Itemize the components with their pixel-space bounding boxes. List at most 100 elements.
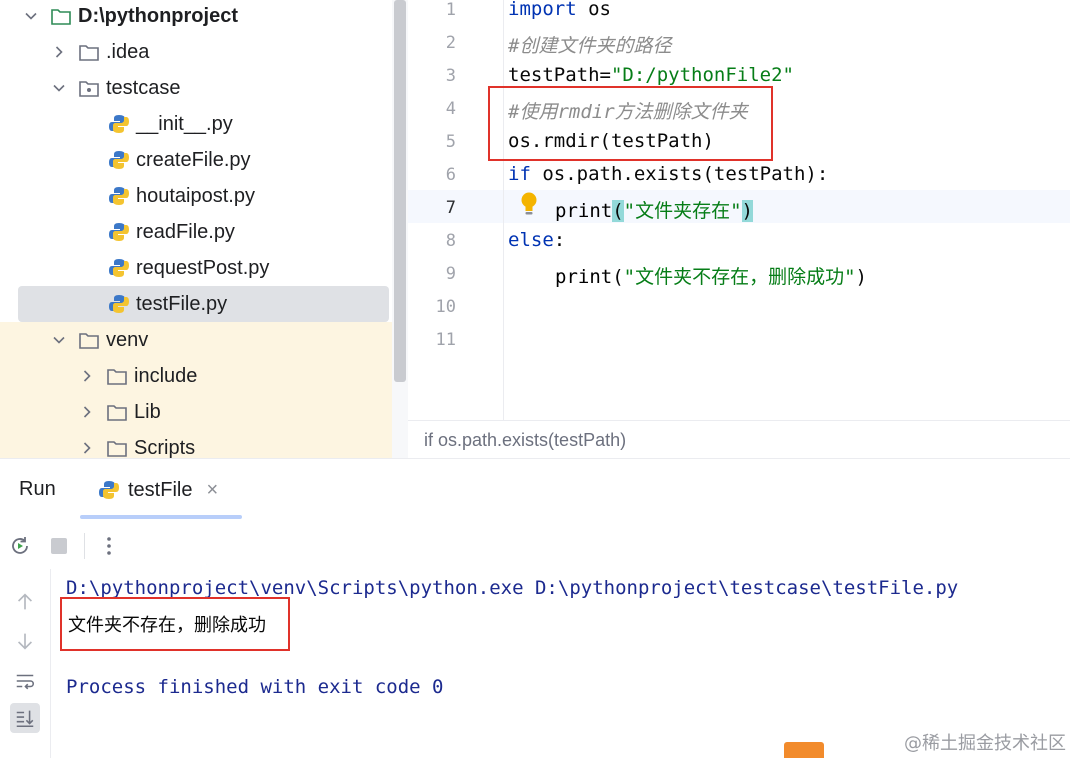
code-line-2[interactable]: #创建文件夹的路径 — [508, 31, 671, 58]
tree-item-label: .idea — [106, 40, 150, 63]
close-icon[interactable]: × — [206, 479, 218, 502]
watermark-text: @稀土掘金技术社区 — [904, 733, 1066, 754]
tree-item-label: houtaipost.py — [136, 184, 255, 207]
arrow-down-icon[interactable] — [10, 626, 40, 656]
code-token: : — [553, 229, 566, 251]
code-line-7[interactable]: print("文件夹存在") — [555, 196, 753, 223]
tree-scrollbar-thumb[interactable] — [394, 0, 406, 382]
tree-scrollbar[interactable] — [392, 0, 408, 458]
gutter-separator — [503, 0, 504, 420]
scroll-to-end-icon[interactable] — [10, 703, 40, 733]
code-line-3[interactable]: testPath="D:/pythonFile2" — [508, 64, 794, 86]
soft-wrap-icon[interactable] — [10, 666, 40, 696]
console-exit-message[interactable]: Process finished with exit code 0 — [66, 676, 444, 698]
chevron-down-icon[interactable] — [50, 331, 68, 349]
tree-item-label: testFile.py — [136, 292, 228, 315]
stop-icon[interactable] — [47, 534, 71, 558]
lightbulb-icon[interactable] — [520, 191, 538, 217]
active-tab-indicator — [80, 515, 242, 519]
chevron-right-icon[interactable] — [50, 43, 68, 61]
line-number[interactable]: 6 — [408, 165, 456, 185]
code-line-6[interactable]: if os.path.exists(testPath): — [508, 163, 828, 185]
matched-paren: ( — [612, 200, 624, 222]
line-number[interactable]: 4 — [408, 99, 456, 119]
tree-item-label: venv — [106, 328, 149, 351]
keyword-token: else — [508, 229, 554, 251]
code-token: ) — [855, 266, 867, 288]
code-token: ( — [612, 266, 624, 288]
console-command-line[interactable]: D:\pythonproject\venv\Scripts\python.exe… — [66, 577, 958, 599]
tree-item-requestpost-py[interactable]: requestPost.py — [0, 250, 392, 286]
code-line-9[interactable]: print("文件夹不存在，删除成功") — [555, 262, 867, 289]
code-editor[interactable]: 1 2 3 4 5 6 7 8 9 10 11 import os #创建文件夹… — [408, 0, 1070, 420]
tree-item-label: readFile.py — [136, 220, 235, 243]
python-file-icon — [98, 479, 120, 501]
tree-item-idea[interactable]: .idea — [0, 34, 392, 70]
run-toolbar — [0, 521, 1070, 569]
function-token: print — [555, 200, 613, 222]
tree-item-testfile-py[interactable]: testFile.py — [0, 286, 392, 322]
run-tab-testfile[interactable]: testFile × — [98, 476, 218, 504]
breadcrumb[interactable]: if os.path.exists(testPath) — [408, 420, 1070, 459]
tree-item-label: D:\pythonproject — [78, 4, 238, 27]
tree-item-readfile-py[interactable]: readFile.py — [0, 214, 392, 250]
python-file-icon — [108, 149, 130, 171]
chevron-right-icon[interactable] — [78, 403, 96, 421]
folder-icon — [106, 437, 128, 458]
run-tab-label: testFile — [128, 478, 193, 501]
python-file-icon — [108, 257, 130, 279]
tree-item-pythonproject[interactable]: D:\pythonproject — [0, 0, 392, 34]
folder-icon — [78, 329, 100, 351]
breadcrumb-item[interactable]: if os.path.exists(testPath) — [424, 430, 626, 451]
folder-icon — [106, 365, 128, 387]
tree-item-testcase[interactable]: testcase — [0, 70, 392, 106]
keyword-token: if — [508, 163, 531, 185]
toolbar-separator — [84, 533, 85, 559]
line-number[interactable]: 10 — [408, 297, 456, 317]
annotation-box-output — [60, 597, 290, 651]
python-file-icon — [108, 113, 130, 135]
line-number[interactable]: 11 — [408, 330, 456, 350]
chevron-down-icon[interactable] — [22, 7, 40, 25]
tree-item-label: __init__.py — [136, 112, 233, 135]
chevron-right-icon[interactable] — [78, 439, 96, 457]
run-panel-title: Run — [19, 478, 56, 500]
watermark-logo — [784, 742, 824, 758]
tree-item-include[interactable]: include — [0, 358, 392, 394]
line-number[interactable]: 2 — [408, 33, 456, 53]
matched-paren: ) — [741, 200, 753, 222]
tree-item-init-py[interactable]: __init__.py — [0, 106, 392, 142]
string-token: "D:/pythonFile2" — [610, 64, 794, 86]
tree-item-label: testcase — [106, 76, 181, 99]
code-line-8[interactable]: else: — [508, 229, 565, 251]
line-number[interactable]: 8 — [408, 231, 456, 251]
line-number[interactable]: 5 — [408, 132, 456, 152]
rerun-icon[interactable] — [8, 534, 32, 558]
tree-item-houtaipost-py[interactable]: houtaipost.py — [0, 178, 392, 214]
line-number[interactable]: 1 — [408, 0, 456, 20]
line-number[interactable]: 3 — [408, 66, 456, 86]
comment-token: #创建文件夹的路径 — [508, 35, 672, 57]
tree-item-label: Lib — [134, 400, 161, 423]
tree-item-label: include — [134, 364, 198, 387]
folder-icon — [106, 401, 128, 423]
string-token: "文件夹存在" — [623, 200, 742, 222]
arrow-up-icon[interactable] — [10, 587, 40, 617]
chevron-down-icon[interactable] — [50, 79, 68, 97]
function-token: print — [555, 266, 613, 288]
tree-item-label: createFile.py — [136, 148, 251, 171]
code-token: os — [576, 0, 611, 20]
chevron-right-icon[interactable] — [78, 367, 96, 385]
python-file-icon — [108, 185, 130, 207]
tree-item-venv[interactable]: venv — [0, 322, 392, 358]
tree-item-lib[interactable]: Lib — [0, 394, 392, 430]
tree-item-label: Scripts — [134, 436, 196, 459]
tree-item-scripts[interactable]: Scripts — [0, 430, 392, 458]
python-file-icon — [108, 293, 130, 315]
line-number[interactable]: 9 — [408, 264, 456, 284]
line-number-active[interactable]: 7 — [408, 198, 456, 218]
code-line-1[interactable]: import os — [508, 0, 611, 20]
tree-item-createfile-py[interactable]: createFile.py — [0, 142, 392, 178]
more-options-icon[interactable] — [97, 534, 121, 558]
string-token: "文件夹不存在，删除成功" — [623, 266, 856, 288]
